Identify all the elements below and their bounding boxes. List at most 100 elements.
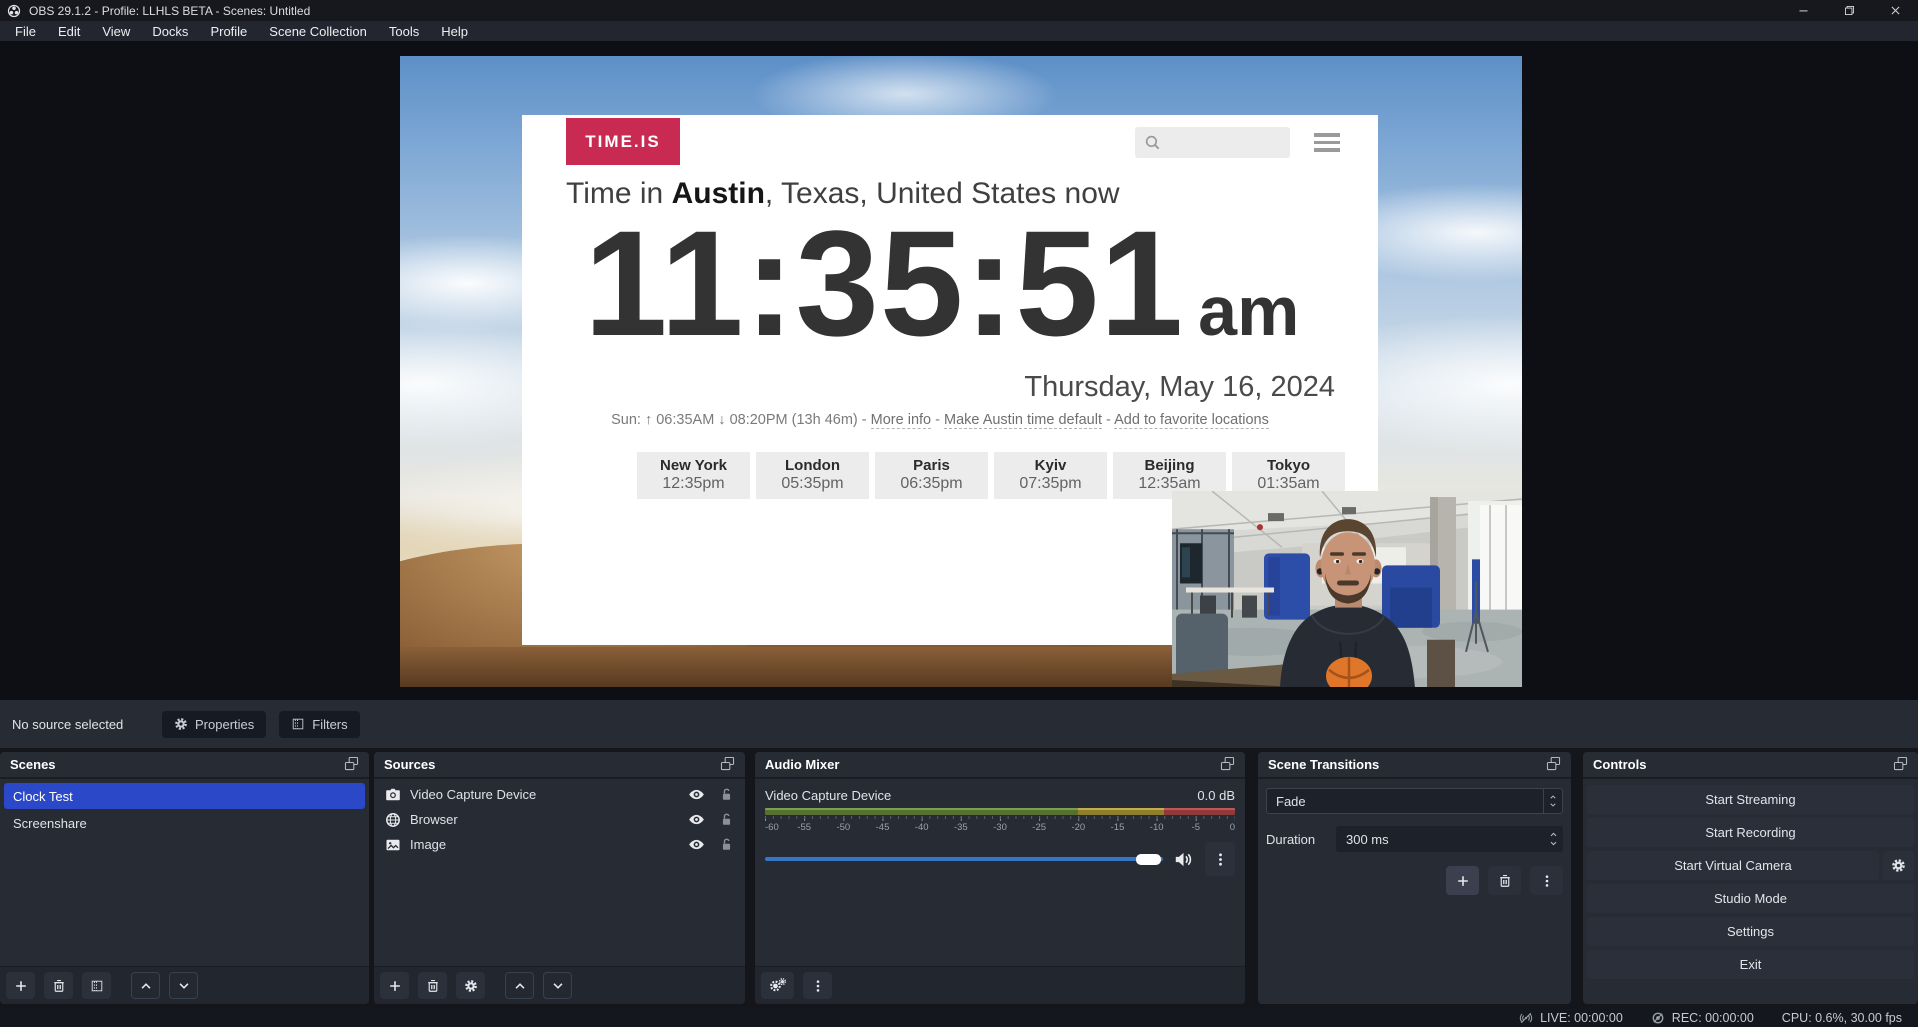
- add-source-button[interactable]: [380, 972, 409, 999]
- scene-transitions-panel-header: Scene Transitions: [1258, 752, 1571, 779]
- move-scene-down-button[interactable]: [169, 972, 198, 999]
- source-properties-button[interactable]: [456, 972, 485, 999]
- maximize-icon: [1843, 4, 1856, 17]
- transition-select[interactable]: Fade: [1266, 788, 1563, 814]
- start-streaming-button[interactable]: Start Streaming: [1587, 785, 1914, 814]
- exit-button[interactable]: Exit: [1587, 950, 1914, 979]
- sources-toolbar: [374, 966, 745, 1004]
- visibility-eye-icon[interactable]: [688, 786, 705, 803]
- maximize-button[interactable]: [1826, 0, 1872, 21]
- lock-unlocked-icon[interactable]: [719, 812, 734, 827]
- cpu-status: CPU: 0.6%, 30.00 fps: [1782, 1011, 1902, 1025]
- close-icon: [1889, 4, 1902, 17]
- volume-slider[interactable]: [765, 857, 1163, 861]
- popout-icon[interactable]: [1546, 756, 1561, 774]
- move-source-up-button[interactable]: [505, 972, 534, 999]
- sources-panel-header: Sources: [374, 752, 745, 779]
- studio-mode-button[interactable]: Studio Mode: [1587, 884, 1914, 913]
- remove-scene-button[interactable]: [44, 972, 73, 999]
- menu-help[interactable]: Help: [430, 21, 479, 41]
- popout-icon[interactable]: [1893, 756, 1908, 774]
- more-info-link[interactable]: More info: [871, 412, 931, 429]
- menu-scene-collection[interactable]: Scene Collection: [258, 21, 378, 41]
- spin-down-icon[interactable]: [1548, 839, 1559, 848]
- duration-spinbox[interactable]: 300 ms: [1336, 826, 1563, 852]
- scene-row-clock-test[interactable]: Clock Test: [4, 783, 365, 809]
- search-input[interactable]: [1135, 127, 1290, 158]
- mixer-channel-menu-button[interactable]: [1205, 842, 1235, 876]
- transition-select-arrows[interactable]: [1543, 789, 1562, 813]
- gear-icon: [464, 979, 478, 993]
- minimize-icon: [1797, 4, 1810, 17]
- spin-up-icon[interactable]: [1548, 830, 1559, 839]
- timeis-logo[interactable]: TIME.IS: [566, 118, 680, 165]
- make-default-link[interactable]: Make Austin time default: [944, 412, 1102, 429]
- hamburger-menu-icon[interactable]: [1314, 133, 1340, 156]
- mixer-channel: Video Capture Device 0.0 dB -60 -55 -50 …: [755, 779, 1245, 876]
- mixer-menu-button[interactable]: [803, 972, 832, 999]
- virtual-camera-settings-button[interactable]: [1883, 851, 1914, 880]
- title-bar: OBS 29.1.2 - Profile: LLHLS BETA - Scene…: [0, 0, 1918, 21]
- add-favorite-link[interactable]: Add to favorite locations: [1114, 412, 1269, 429]
- source-row-video-capture-device[interactable]: Video Capture Device: [376, 782, 743, 807]
- properties-button[interactable]: Properties: [162, 711, 266, 738]
- popout-icon[interactable]: [344, 756, 359, 774]
- transition-menu-button[interactable]: [1530, 866, 1563, 895]
- scene-filters-button[interactable]: [82, 972, 111, 999]
- city-kyiv[interactable]: Kyiv07:35pm: [994, 452, 1107, 499]
- start-recording-button[interactable]: Start Recording: [1587, 818, 1914, 847]
- close-button[interactable]: [1872, 0, 1918, 21]
- lock-unlocked-icon[interactable]: [719, 787, 734, 802]
- mixer-level-db: 0.0 dB: [1197, 788, 1235, 803]
- image-icon: [385, 837, 401, 853]
- controls-panel: Controls Start Streaming Start Recording…: [1583, 752, 1918, 1004]
- live-signal-icon: [1519, 1011, 1533, 1025]
- scenes-list: Clock Test Screenshare: [0, 779, 369, 840]
- duration-value: 300 ms: [1336, 832, 1543, 847]
- transition-selected-value: Fade: [1267, 794, 1543, 809]
- scene-transitions-panel: Scene Transitions Fade Duration 300 ms: [1258, 752, 1571, 1004]
- gear-icon: [174, 717, 188, 731]
- add-transition-button[interactable]: [1446, 866, 1479, 895]
- sources-list: Video Capture Device Browser Image: [374, 779, 745, 860]
- sun-times: Sun: ↑ 06:35AM ↓ 08:20PM (13h 46m): [611, 412, 858, 428]
- remove-source-button[interactable]: [418, 972, 447, 999]
- advanced-audio-button[interactable]: [761, 972, 794, 999]
- menu-tools[interactable]: Tools: [378, 21, 430, 41]
- trash-icon: [52, 979, 66, 993]
- settings-button[interactable]: Settings: [1587, 917, 1914, 946]
- minimize-button[interactable]: [1780, 0, 1826, 21]
- start-virtual-camera-button[interactable]: Start Virtual Camera: [1587, 851, 1879, 880]
- move-source-down-button[interactable]: [543, 972, 572, 999]
- menu-view[interactable]: View: [91, 21, 141, 41]
- popout-icon[interactable]: [1220, 756, 1235, 774]
- speaker-icon[interactable]: [1174, 850, 1193, 869]
- source-context-bar: No source selected Properties Filters: [0, 700, 1918, 748]
- visibility-eye-icon[interactable]: [688, 811, 705, 828]
- add-scene-button[interactable]: [6, 972, 35, 999]
- volume-slider-handle[interactable]: [1136, 854, 1161, 865]
- source-row-browser[interactable]: Browser: [376, 807, 743, 832]
- clock-ampm: am: [1198, 272, 1299, 350]
- db-scale: -60 -55 -50 -45 -40 -35 -30 -25 -20 -15 …: [765, 822, 1235, 835]
- filters-button[interactable]: Filters: [279, 711, 359, 738]
- move-scene-up-button[interactable]: [131, 972, 160, 999]
- scenes-panel: Scenes Clock Test Screenshare: [0, 752, 369, 1004]
- city-newyork[interactable]: New York12:35pm: [637, 452, 750, 499]
- scene-preview-canvas[interactable]: TIME.IS Time in Austin, Texas, United St…: [400, 56, 1522, 687]
- visibility-eye-icon[interactable]: [688, 836, 705, 853]
- menu-edit[interactable]: Edit: [47, 21, 91, 41]
- menu-file[interactable]: File: [4, 21, 47, 41]
- lock-unlocked-icon[interactable]: [719, 837, 734, 852]
- popout-icon[interactable]: [720, 756, 735, 774]
- menu-docks[interactable]: Docks: [141, 21, 199, 41]
- remove-transition-button[interactable]: [1488, 866, 1521, 895]
- city-paris[interactable]: Paris06:35pm: [875, 452, 988, 499]
- city-london[interactable]: London05:35pm: [756, 452, 869, 499]
- gear-icon: [1891, 858, 1906, 873]
- menu-profile[interactable]: Profile: [199, 21, 258, 41]
- scene-row-screenshare[interactable]: Screenshare: [4, 810, 365, 836]
- source-row-image[interactable]: Image: [376, 832, 743, 857]
- window-title: OBS 29.1.2 - Profile: LLHLS BETA - Scene…: [29, 4, 310, 18]
- webcam-video-source[interactable]: [1172, 491, 1522, 687]
